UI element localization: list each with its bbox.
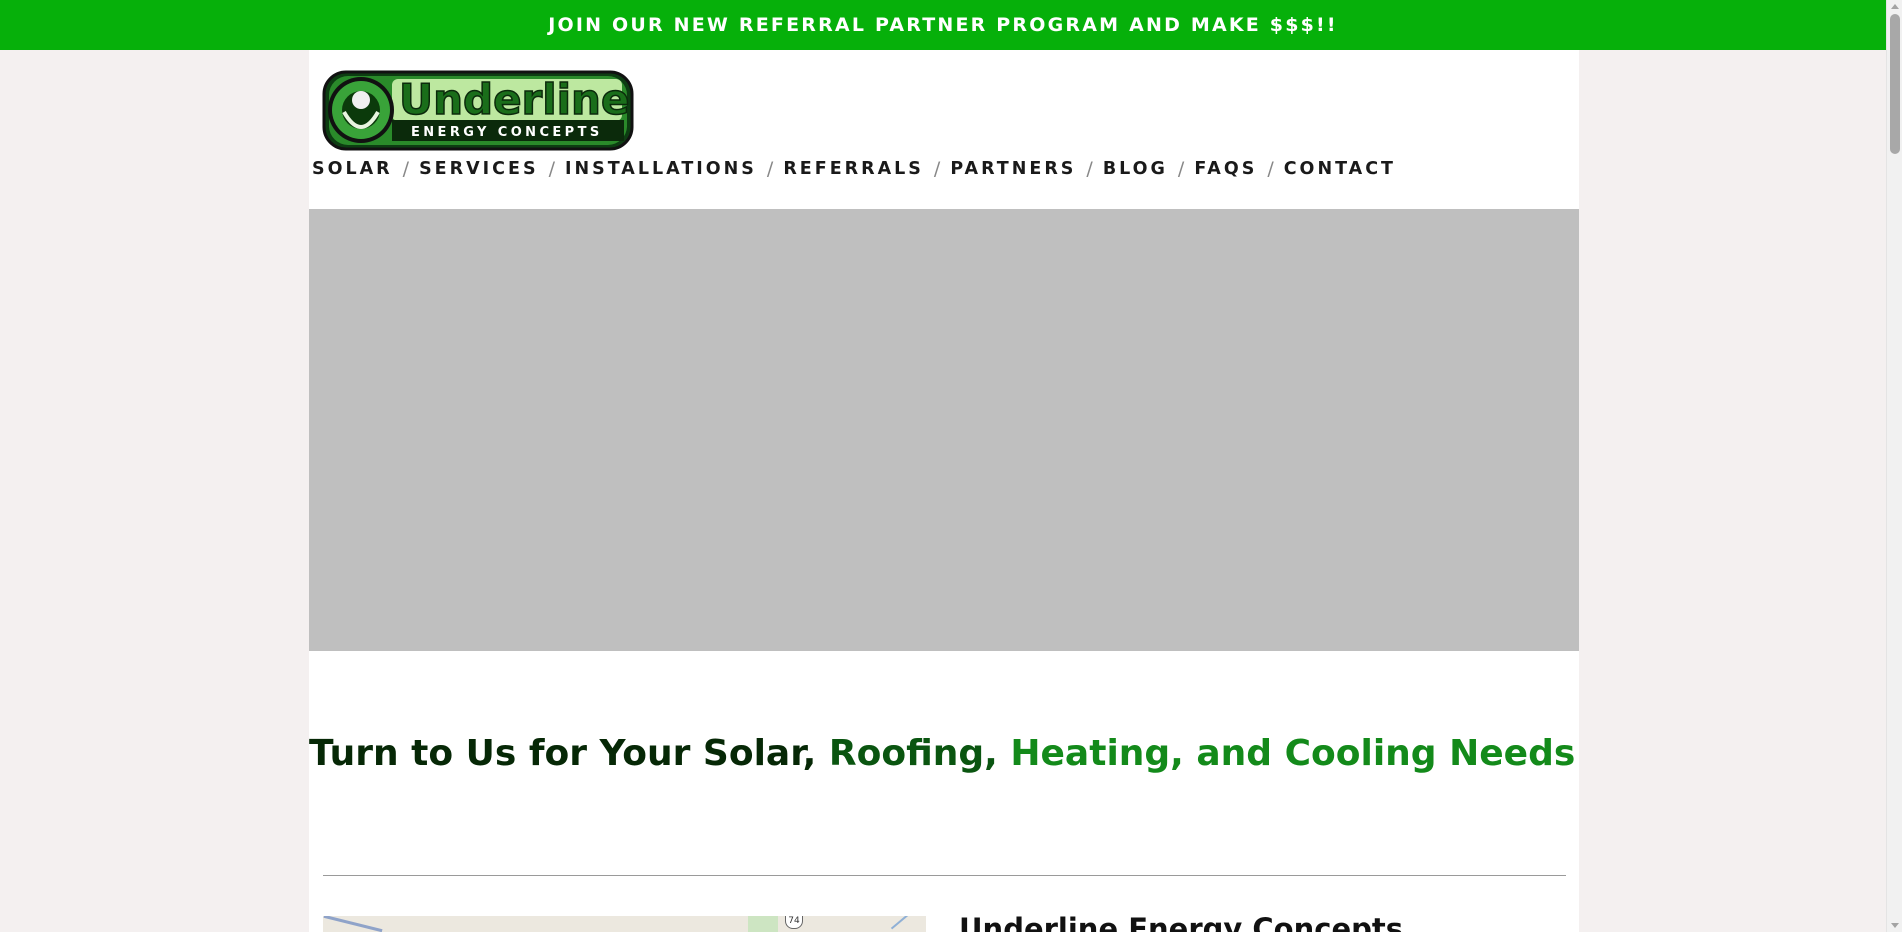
- svg-text:Underline: Underline: [399, 75, 629, 124]
- site-logo[interactable]: Underline ENERGY CONCEPTS: [322, 70, 634, 151]
- company-name-heading: Underline Energy Concepts: [959, 912, 1403, 932]
- nav-separator: /: [1177, 158, 1185, 180]
- referral-banner[interactable]: JOIN OUR NEW REFERRAL PARTNER PROGRAM AN…: [0, 0, 1886, 50]
- vertical-scrollbar[interactable]: [1886, 0, 1902, 932]
- nav-separator: /: [933, 158, 941, 180]
- nav-separator: /: [402, 158, 410, 180]
- page-headline: Turn to Us for Your Solar, Roofing, Heat…: [309, 733, 1579, 774]
- nav-separator: /: [766, 158, 774, 180]
- hero-image-placeholder: [309, 209, 1579, 651]
- map-road: [323, 916, 383, 932]
- nav-separator: /: [1086, 158, 1093, 180]
- nav-item-installations[interactable]: INSTALLATIONS: [565, 159, 757, 179]
- section-divider: [323, 875, 1566, 876]
- nav-item-partners[interactable]: PARTNERS: [950, 159, 1076, 179]
- map-park-area: [748, 916, 778, 932]
- underline-logo-icon: Underline ENERGY CONCEPTS: [322, 70, 634, 151]
- page-container: Underline ENERGY CONCEPTS SOLAR / SERVIC…: [309, 50, 1579, 932]
- nav-separator: /: [548, 158, 555, 180]
- main-navigation: SOLAR / SERVICES / INSTALLATIONS / REFER…: [312, 157, 1396, 181]
- headline-part-heating-cooling: Heating, and Cooling Needs!: [1010, 733, 1579, 774]
- nav-item-services[interactable]: SERVICES: [419, 159, 539, 179]
- location-map[interactable]: 74: [323, 916, 926, 932]
- scrollbar-thumb[interactable]: [1890, 14, 1900, 154]
- route-shield-icon: 74: [785, 916, 803, 929]
- scroll-up-arrow-icon[interactable]: [1891, 4, 1899, 9]
- banner-text[interactable]: JOIN OUR NEW REFERRAL PARTNER PROGRAM AN…: [548, 14, 1338, 36]
- scroll-down-arrow-icon[interactable]: [1891, 923, 1899, 928]
- nav-separator: /: [1267, 158, 1274, 180]
- map-road: [890, 916, 916, 930]
- headline-part-solar: Turn to Us for Your Solar,: [309, 733, 817, 774]
- nav-item-contact[interactable]: CONTACT: [1284, 159, 1396, 179]
- nav-item-referrals[interactable]: REFERRALS: [783, 159, 924, 179]
- headline-part-roofing: Roofing,: [828, 733, 998, 774]
- svg-text:ENERGY CONCEPTS: ENERGY CONCEPTS: [411, 125, 603, 140]
- nav-item-solar[interactable]: SOLAR: [312, 159, 393, 179]
- nav-item-faqs[interactable]: FAQS: [1194, 159, 1257, 179]
- nav-item-blog[interactable]: BLOG: [1103, 159, 1168, 179]
